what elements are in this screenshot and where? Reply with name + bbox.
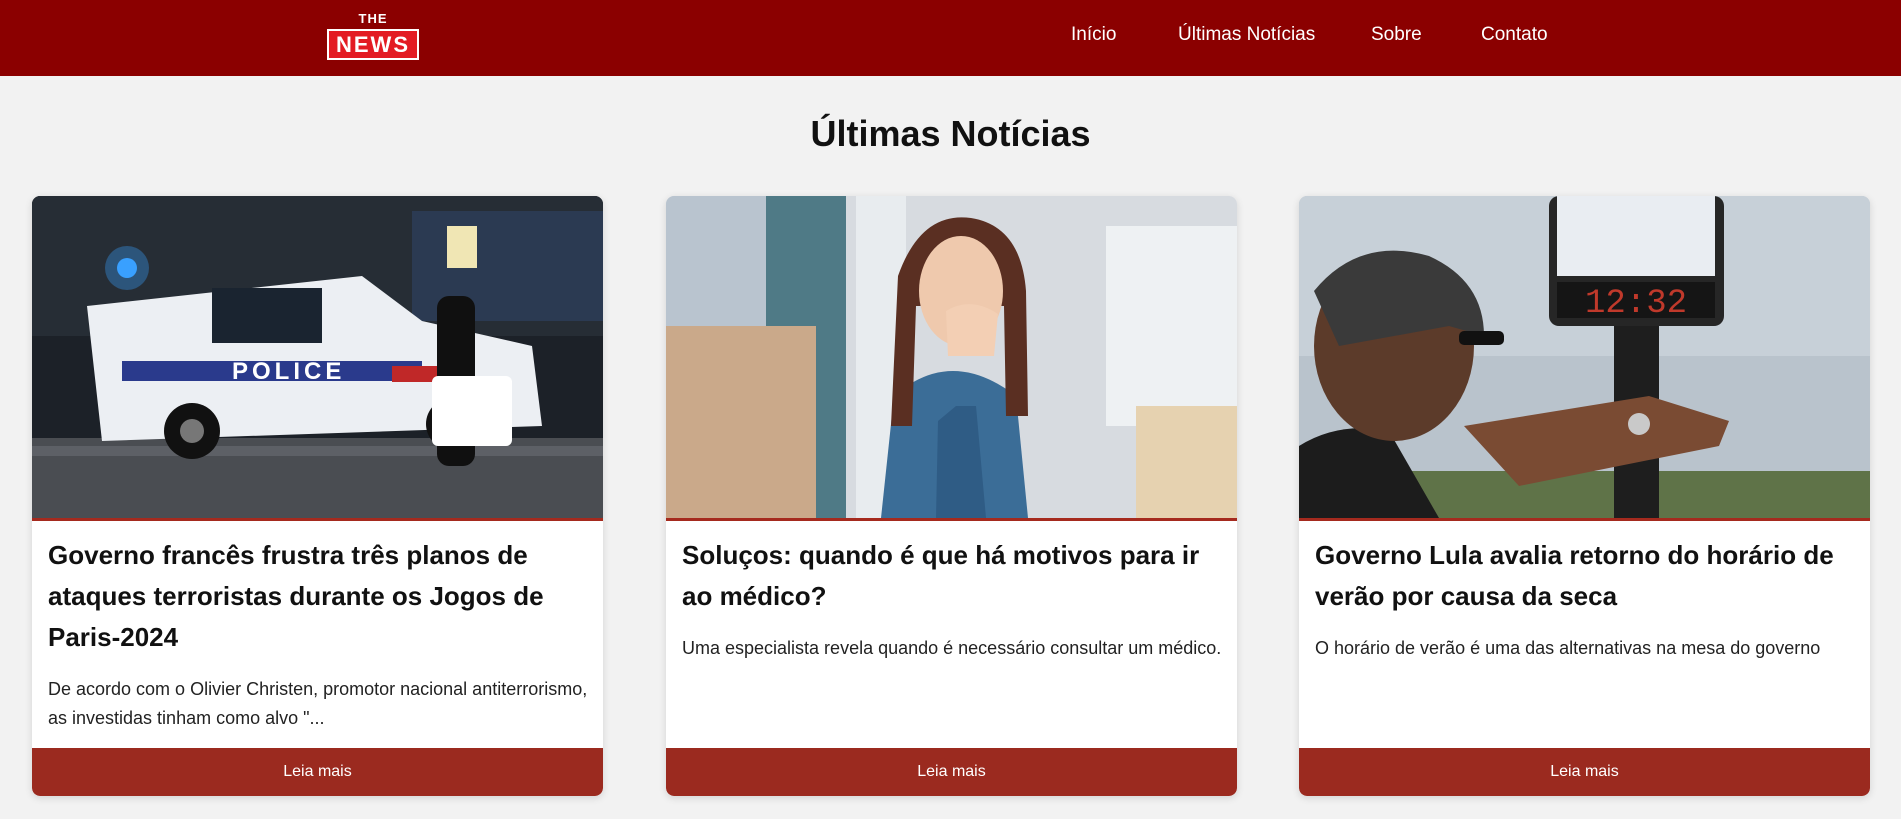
article-title[interactable]: Governo francês frustra três planos de a…	[48, 535, 588, 658]
news-card: Soluços: quando é que há motivos para ir…	[666, 196, 1237, 796]
logo-news-text: NEWS	[327, 29, 419, 60]
news-image-police-van[interactable]: POLICE	[32, 196, 603, 518]
street-clock-display: 12:32	[1585, 285, 1687, 323]
police-van-illustration: POLICE	[32, 196, 603, 518]
nav-link-inicio[interactable]: Início	[1071, 24, 1116, 46]
article-summary: Uma especialista revela quando é necessá…	[682, 638, 1222, 658]
news-card: 12:32 Governo Lula avalia retorno do hor…	[1299, 196, 1870, 796]
police-van-label: POLICE	[232, 358, 345, 385]
article-title[interactable]: Governo Lula avalia retorno do horário d…	[1315, 535, 1855, 617]
nav-link-sobre[interactable]: Sobre	[1371, 24, 1422, 46]
woman-hiccups-illustration	[666, 196, 1237, 518]
site-logo[interactable]: THE NEWS	[327, 12, 419, 60]
man-watch-clock-illustration: 12:32	[1299, 196, 1870, 518]
nav-link-contato[interactable]: Contato	[1481, 24, 1548, 46]
read-more-button[interactable]: Leia mais	[666, 748, 1237, 796]
page-title: Últimas Notícias	[810, 113, 1091, 154]
card-divider	[32, 518, 603, 521]
top-navbar: THE NEWS Início Últimas Notícias Sobre C…	[0, 0, 1901, 76]
nav-link-ultimas-noticias[interactable]: Últimas Notícias	[1178, 24, 1315, 46]
logo-the-text: THE	[358, 11, 388, 26]
article-summary: O horário de verão é uma das alternativa…	[1315, 638, 1821, 658]
news-card: POLICE Governo francês frustra três plan…	[32, 196, 603, 796]
article-summary: De acordo com o Olivier Christen, promot…	[48, 679, 588, 728]
card-divider	[1299, 518, 1870, 521]
read-more-button[interactable]: Leia mais	[1299, 748, 1870, 796]
card-divider	[666, 518, 1237, 521]
news-image-man-watch-clock[interactable]: 12:32	[1299, 196, 1870, 518]
news-image-woman-hiccups[interactable]	[666, 196, 1237, 518]
read-more-button[interactable]: Leia mais	[32, 748, 603, 796]
article-title[interactable]: Soluços: quando é que há motivos para ir…	[682, 535, 1222, 617]
